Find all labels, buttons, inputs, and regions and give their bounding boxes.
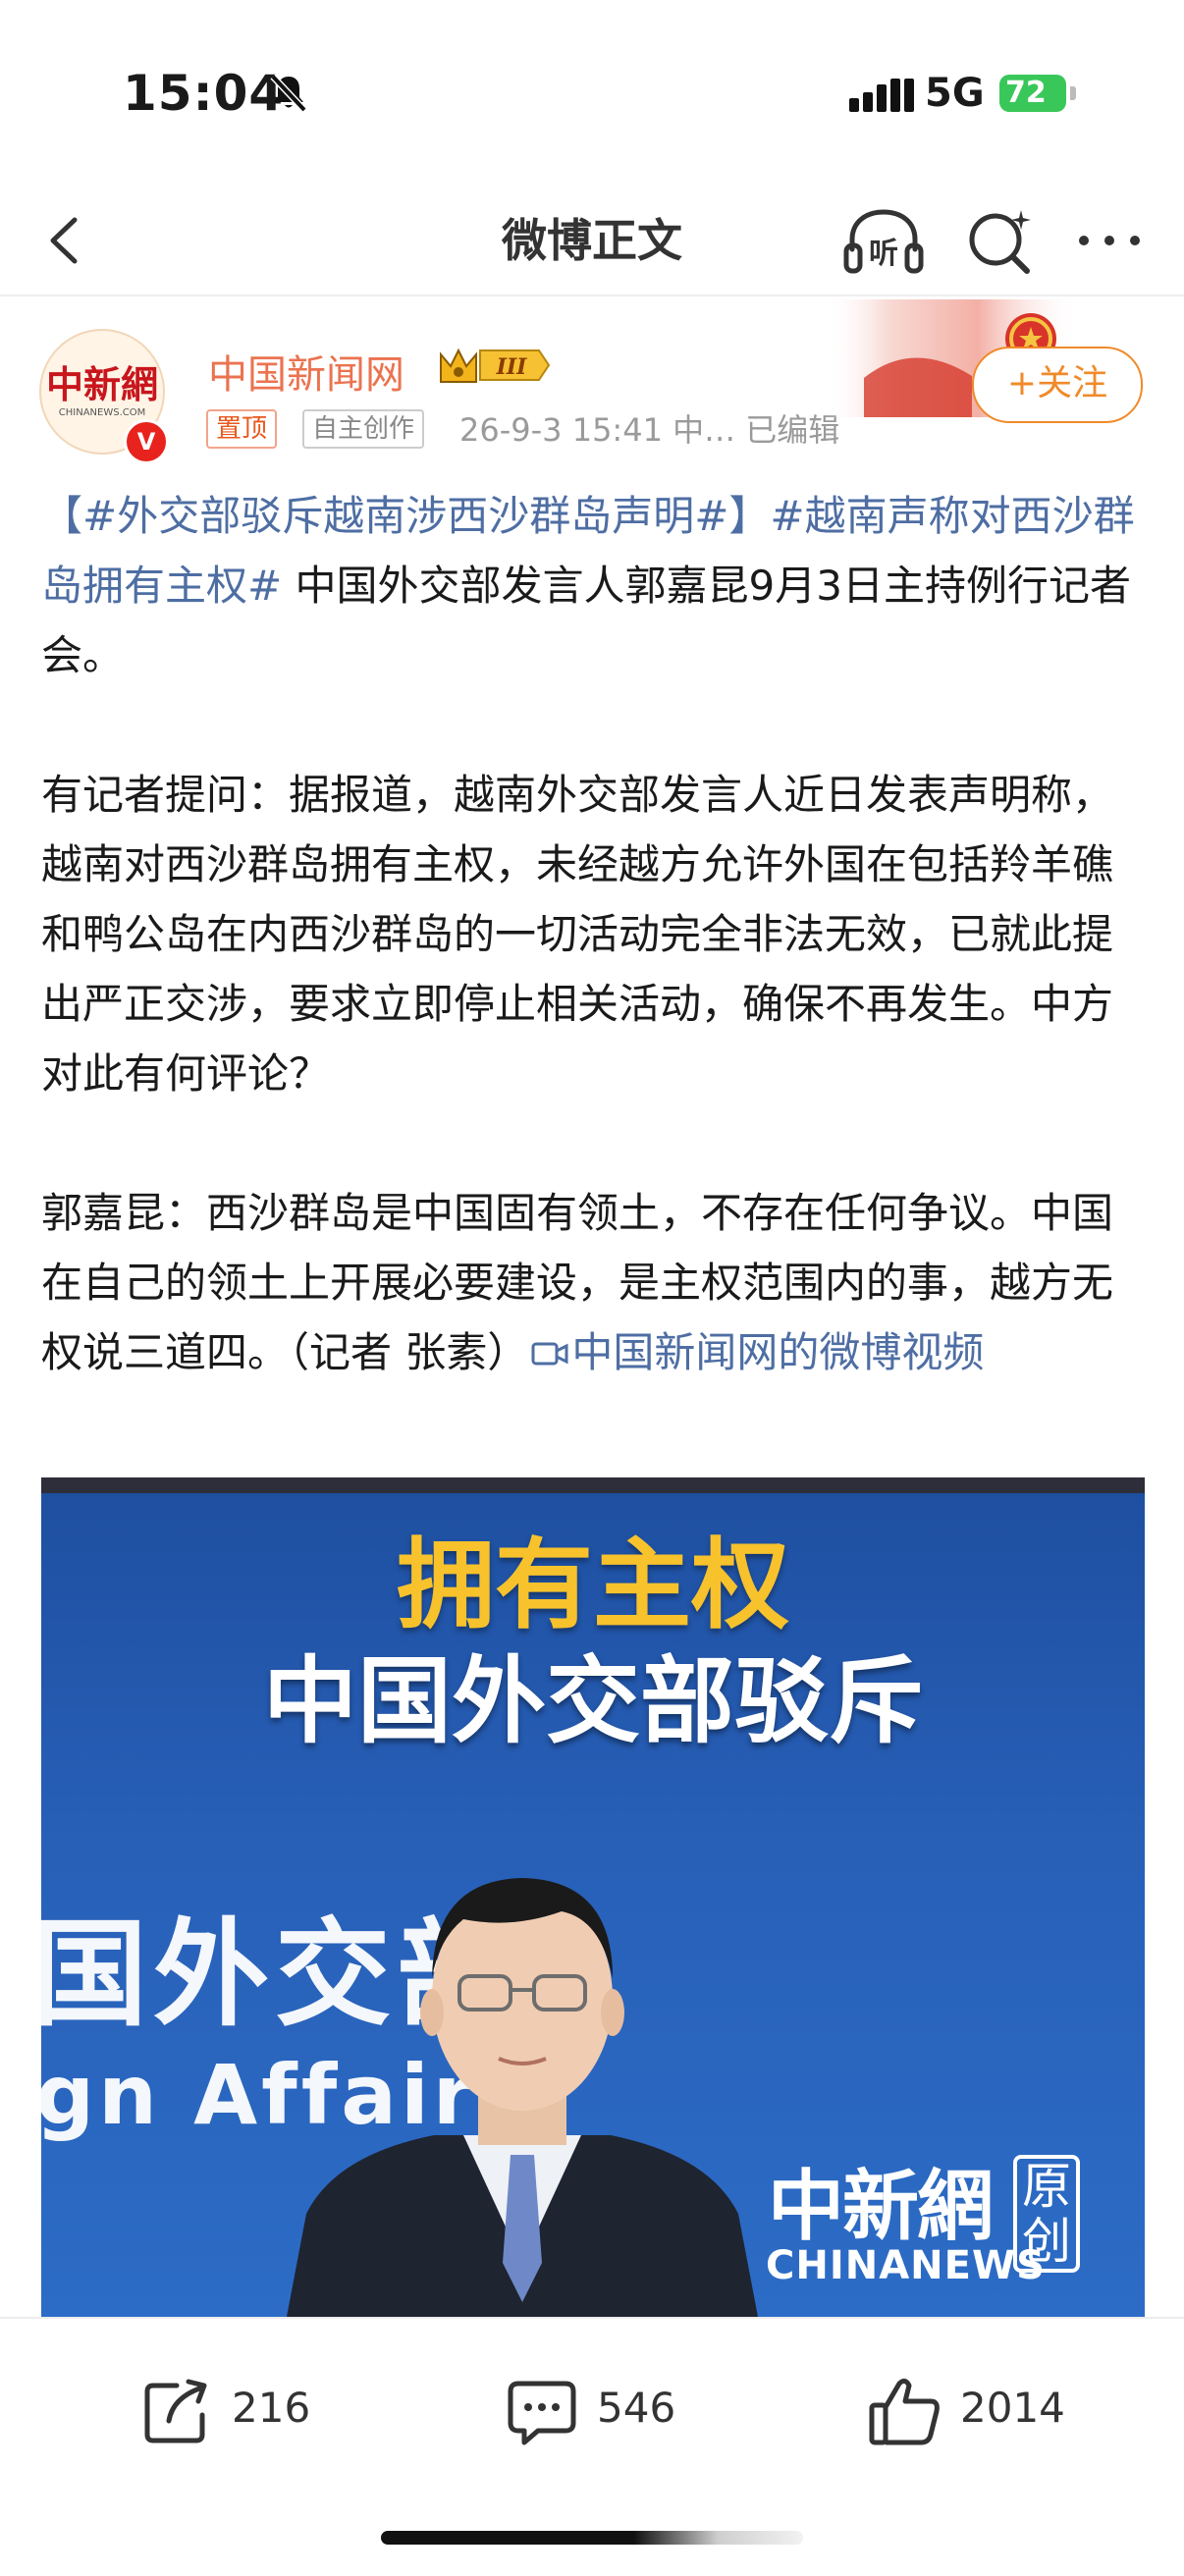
video-top-strip (41, 1477, 1145, 1493)
network-type: 5G (925, 71, 985, 116)
avatar-logo-subtext: CHINANEWS.COM (58, 407, 146, 418)
follow-button[interactable]: +关注 (972, 347, 1143, 423)
battery-level: 72 (1005, 76, 1047, 110)
battery-icon: 72 (999, 75, 1066, 112)
level-crown-icon: III (440, 348, 551, 383)
comment-icon (508, 2381, 576, 2445)
home-indicator (381, 2531, 803, 2545)
status-bar: 15:04 5G 72 (0, 0, 1184, 187)
share-icon (144, 2379, 207, 2443)
share-count: 216 (232, 2384, 311, 2432)
video-link-icon (531, 1342, 568, 1366)
post-meta: 26-9-3 15:41 中… 已编辑 (459, 411, 840, 449)
pinned-tag: 置顶 (206, 409, 278, 449)
post-paragraph-1: 【#外交部驳斥越南涉西沙群岛声明#】#越南声称对西沙群岛拥有主权# 中国外交部发… (41, 481, 1145, 690)
nav-bar: 微博正文 听 (0, 187, 1184, 296)
spokesperson-image (287, 1878, 758, 2317)
post-paragraph-3: 郭嘉昆：西沙群岛是中国固有领土，不存在任何争议。中国在自己的领土上开展必要建设，… (41, 1178, 1145, 1387)
post-content: 【#外交部驳斥越南涉西沙群岛声明#】#越南声称对西沙群岛拥有主权# 中国外交部发… (41, 481, 1145, 1387)
thumbs-up-icon (869, 2378, 940, 2445)
action-bar: 216 546 2014 (0, 2317, 1184, 2576)
verified-badge: V (124, 419, 169, 464)
video-watermark-en: CHINANEWS (766, 2243, 1046, 2288)
video-source-link[interactable]: 中国新闻网的微博视频 (571, 1328, 984, 1376)
video-player[interactable]: 拥有主权 中国外交部驳斥 国外交部 gn Affairs 中新網 CHINANE… (41, 1477, 1145, 2317)
post-paragraph-2: 有记者提问：据报道，越南外交部发言人近日发表声明称，越南对西沙群岛拥有主权，未经… (41, 771, 1114, 1098)
video-original-badge: 原创 (1013, 2155, 1080, 2273)
author-name[interactable]: 中国新闻网 (208, 343, 404, 400)
listen-label: 听 (869, 237, 898, 271)
bell-muted-icon (270, 74, 307, 113)
search-icon[interactable] (962, 204, 1041, 283)
video-caption-line2: 中国外交部驳斥 (263, 1646, 923, 1756)
like-count: 2014 (960, 2384, 1065, 2432)
more-icon[interactable] (1070, 206, 1149, 275)
video-watermark-logo: 中新網 (768, 2162, 994, 2251)
listen-icon[interactable]: 听 (842, 204, 925, 279)
topic-link[interactable]: 【#外交部驳斥越南涉西沙群岛声明#】 (41, 492, 770, 540)
status-time: 15:04 (123, 65, 285, 122)
comment-count: 546 (597, 2384, 676, 2432)
author-header: 中新網 CHINANEWS.COM V 中国新闻网 III 置顶 自主创作 26… (0, 299, 1184, 464)
battery-cap (1070, 86, 1076, 100)
avatar-logo-text: 中新網 (45, 362, 158, 406)
level-badge-text: III (496, 354, 528, 380)
original-tag: 自主创作 (302, 409, 425, 449)
